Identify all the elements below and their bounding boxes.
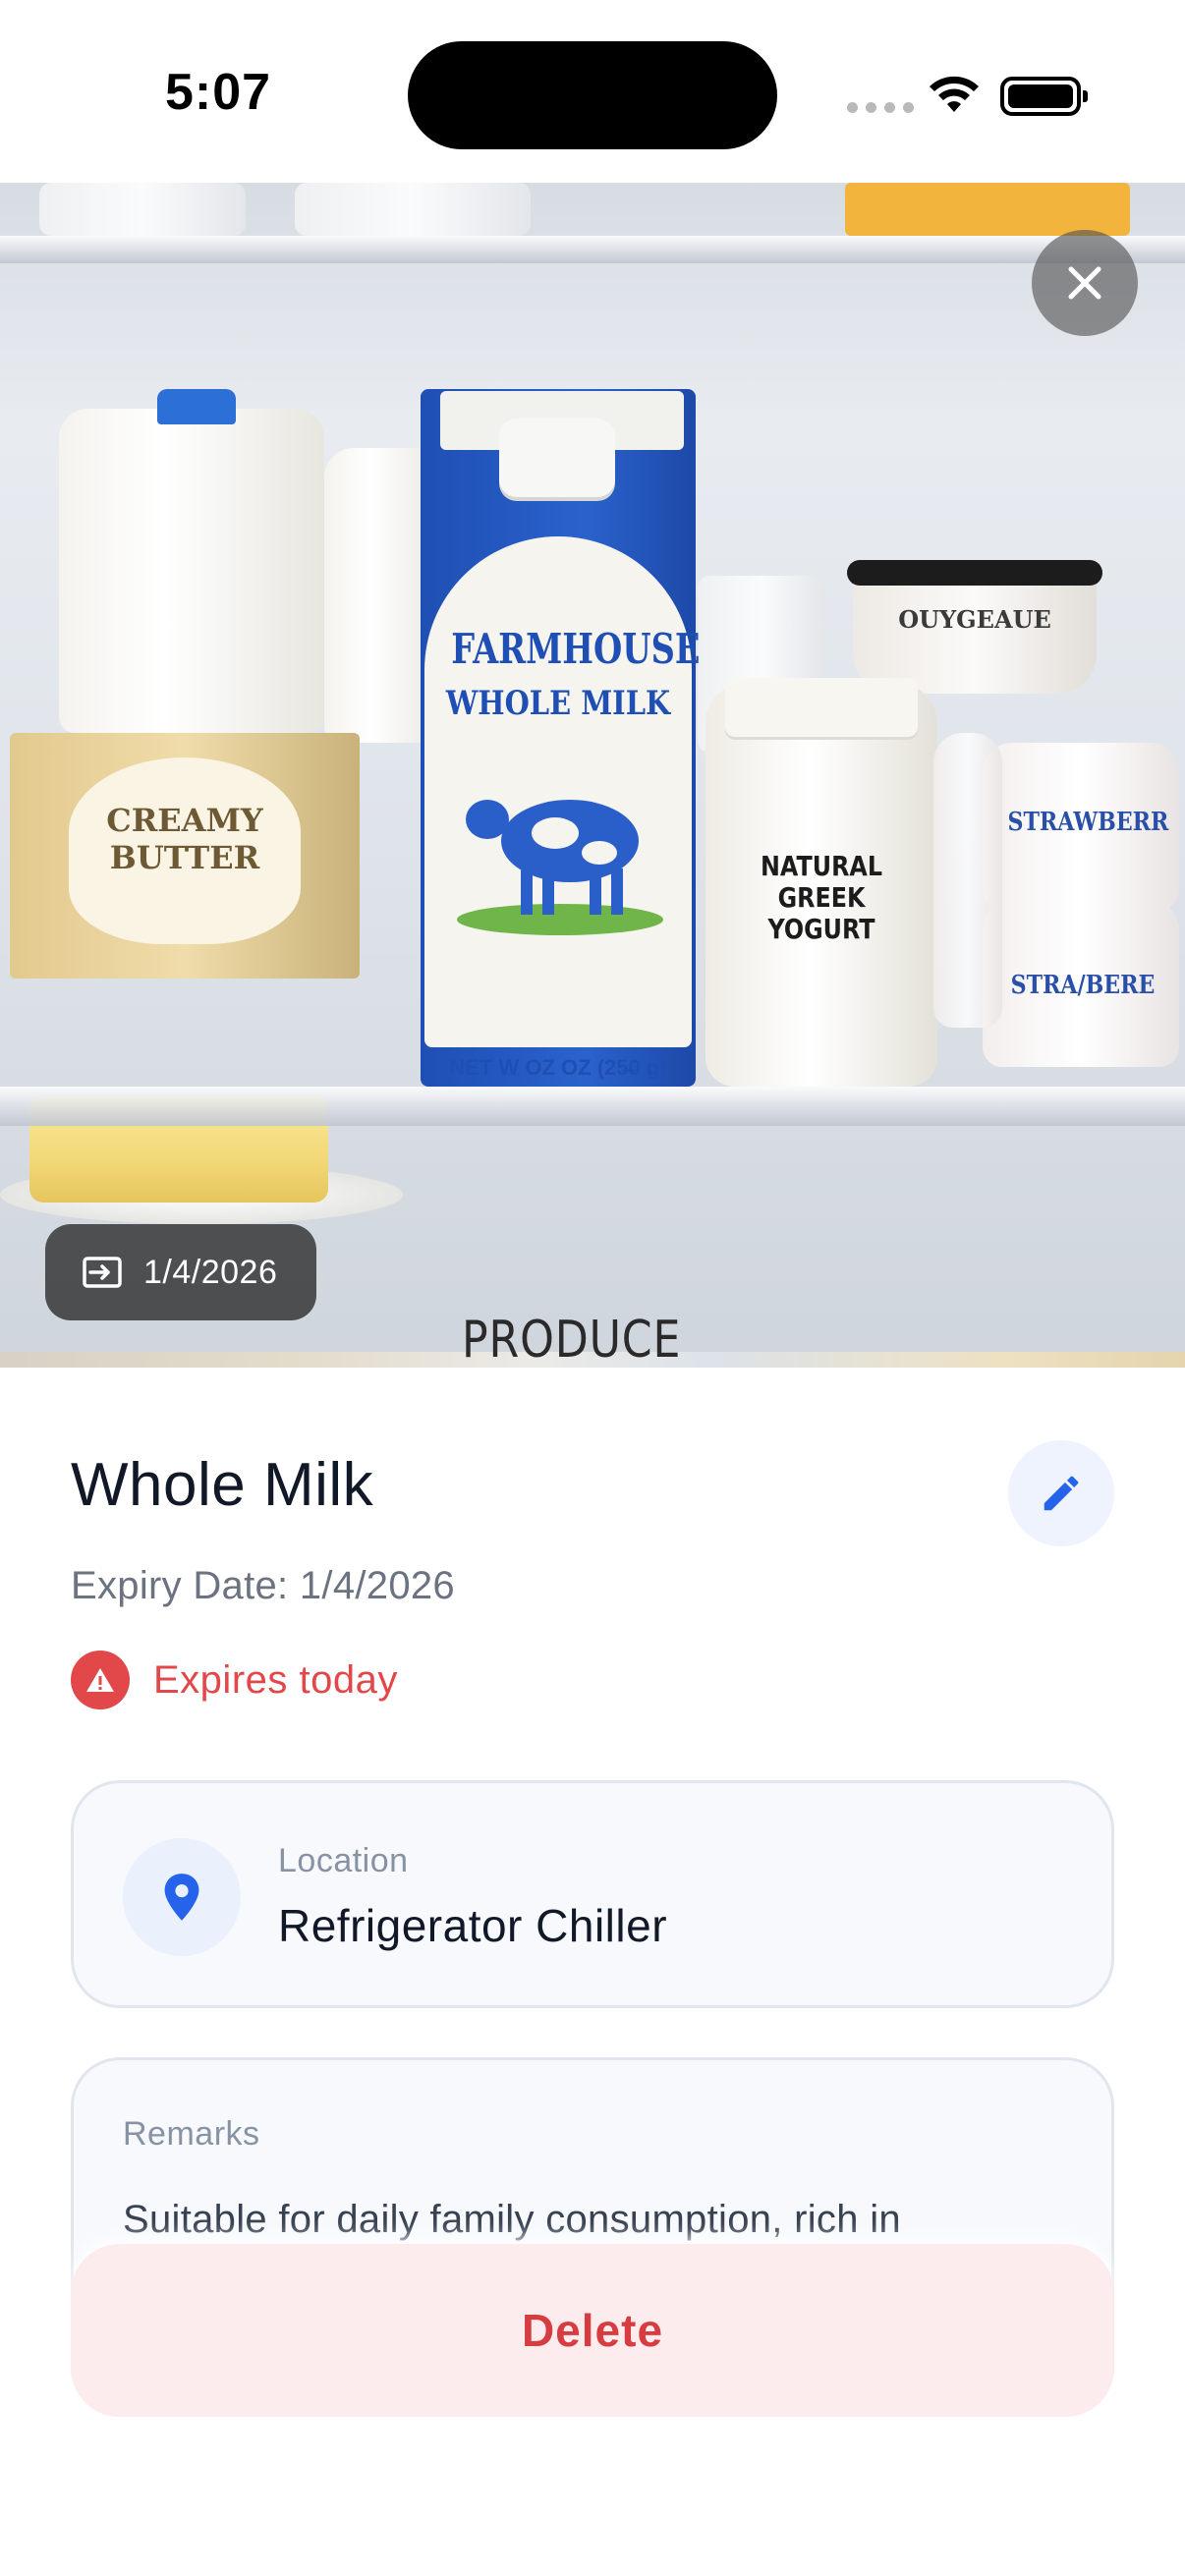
carton-net-weight: NET W OZ OZ (25̶0 g) — [449, 1055, 667, 1080]
middle-shelf — [0, 1087, 1185, 1126]
delete-button[interactable]: Delete — [71, 2244, 1114, 2417]
dynamic-island — [408, 41, 777, 149]
cow-illustration — [457, 800, 663, 935]
warning-icon — [71, 1651, 130, 1709]
yogurt-jar-lid — [725, 678, 918, 737]
top-container — [295, 183, 531, 236]
yogurt-label-line-1: NATURAL — [761, 850, 882, 882]
status-bar: 5:07 — [0, 0, 1185, 183]
carton-brand: FARMHOUSE — [451, 625, 701, 673]
butter-label: CREAMY BUTTER — [69, 802, 301, 876]
close-button[interactable] — [1032, 230, 1138, 336]
close-icon — [1068, 266, 1101, 300]
expiry-warning: Expires today — [71, 1651, 398, 1709]
date-added-icon — [83, 1257, 122, 1288]
milk-carton-cap — [499, 419, 615, 497]
yogurt-tub-lid — [847, 560, 1102, 586]
location-pin-icon — [123, 1838, 241, 1956]
milk-jug-cap — [157, 389, 236, 424]
item-photo: OUYGEAUE CREAMY BUTTER FARMHOUSE WHOLE M… — [0, 183, 1185, 1368]
remarks-label: Remarks — [123, 2115, 260, 2153]
date-added-chip: 1/4/2026 — [45, 1224, 317, 1320]
yogurt-label-line-3: YOGURT — [767, 913, 875, 945]
top-juice — [845, 183, 1130, 236]
delete-button-label: Delete — [521, 2305, 664, 2356]
drawer-label: PRODUCE — [462, 1311, 682, 1368]
location-value: Refrigerator Chiller — [278, 1900, 668, 1951]
butter-label-line-2: BUTTER — [109, 839, 260, 876]
location-card: Location Refrigerator Chiller — [71, 1780, 1114, 2008]
wifi-icon — [930, 76, 979, 112]
battery-icon — [1000, 77, 1088, 116]
remarks-text: Suitable for daily family consumption, r… — [123, 2198, 901, 2241]
tub-label: OUYGEAUE — [898, 605, 1051, 634]
pencil-icon — [1044, 1476, 1079, 1511]
butter-label-line-1: CREAMY — [106, 802, 263, 839]
yogurt-cup-label: STRAWBERR — [1007, 808, 1169, 837]
cellular-signal-icon — [847, 102, 914, 113]
yogurt-cup — [933, 733, 1002, 1028]
yogurt-label: NATURAL GREEK YOGURT — [723, 851, 921, 945]
carton-product: WHOLE MILK — [445, 684, 671, 723]
yogurt-cup-label: STRA/BERE — [1010, 971, 1156, 1000]
edit-button[interactable] — [1008, 1440, 1114, 1546]
expiry-warning-text: Expires today — [153, 1657, 398, 1702]
status-time: 5:07 — [165, 64, 272, 121]
milk-jug — [59, 409, 324, 733]
expiry-date: Expiry Date: 1/4/2026 — [71, 1564, 455, 1607]
top-shelf — [0, 236, 1185, 263]
top-container — [39, 183, 246, 236]
date-added-text: 1/4/2026 — [143, 1253, 278, 1291]
location-label: Location — [278, 1842, 409, 1879]
item-title: Whole Milk — [71, 1451, 374, 1519]
yogurt-label-line-2: GREEK — [777, 881, 866, 914]
